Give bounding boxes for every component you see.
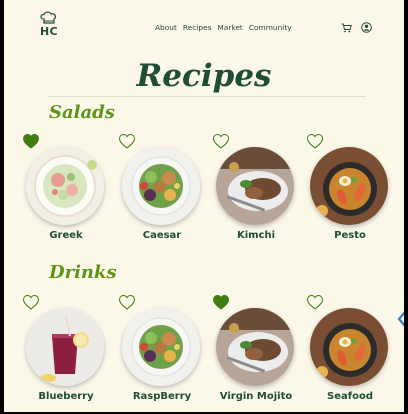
section-title-drinks: Drinks — [49, 262, 117, 283]
recipe-card-virgin-mojito[interactable]: Virgin Mojito — [213, 295, 296, 412]
recipe-card-raspberry[interactable]: RaspBerry — [119, 295, 202, 412]
recipe-name: Virgin Mojito — [219, 391, 293, 402]
recipe-name: Blueberry — [38, 391, 94, 402]
logo-text: HC — [40, 25, 58, 38]
heart-outline-icon[interactable] — [307, 295, 323, 310]
heart-outline-icon[interactable] — [23, 295, 39, 310]
logo[interactable]: HC — [38, 11, 60, 39]
app-frame: HC About Recipes Market Community Recipe… — [4, 0, 404, 412]
nav-community[interactable]: Community — [249, 23, 292, 32]
recipe-image-seafood — [310, 308, 388, 386]
heart-outline-icon[interactable] — [119, 134, 135, 149]
recipe-name: RaspBerry — [132, 391, 192, 402]
recipe-card-caesar[interactable]: Caesar — [119, 134, 202, 251]
recipe-image-greek — [26, 147, 104, 225]
recipe-card-kimchi[interactable]: Kimchi — [213, 134, 296, 251]
chef-hat-icon — [40, 11, 57, 24]
cart-icon[interactable] — [341, 23, 352, 33]
page-title: Recipes — [136, 58, 272, 94]
recipe-image-kimchi — [216, 147, 294, 225]
recipe-image-caesar — [122, 147, 200, 225]
recipe-name: Kimchi — [236, 230, 276, 241]
heart-filled-icon[interactable] — [23, 134, 39, 149]
heart-outline-icon[interactable] — [119, 295, 135, 310]
chevron-left-icon[interactable] — [397, 310, 404, 328]
recipe-card-blueberry[interactable]: Blueberry — [23, 295, 106, 412]
main-nav: About Recipes Market Community — [155, 23, 292, 32]
user-circle-icon[interactable] — [361, 22, 372, 33]
title-divider — [48, 96, 366, 97]
recipe-card-pesto[interactable]: Pesto — [307, 134, 390, 251]
recipe-name: Greek — [49, 230, 83, 241]
recipe-name: Seafood — [327, 391, 373, 402]
recipe-card-seafood[interactable]: Seafood — [307, 295, 390, 412]
recipe-image-pesto — [310, 147, 388, 225]
heart-outline-icon[interactable] — [307, 134, 323, 149]
recipe-image-raspberry — [122, 308, 200, 386]
heart-filled-icon[interactable] — [213, 295, 229, 310]
recipe-name: Caesar — [142, 230, 182, 241]
recipe-card-greek[interactable]: Greek — [23, 134, 106, 251]
recipe-image-virgin-mojito — [216, 308, 294, 386]
nav-about[interactable]: About — [155, 23, 177, 32]
recipe-name: Pesto — [334, 230, 366, 241]
nav-market[interactable]: Market — [217, 23, 242, 32]
nav-recipes[interactable]: Recipes — [183, 23, 212, 32]
recipe-image-blueberry — [26, 308, 104, 386]
section-title-salads: Salads — [49, 102, 115, 123]
heart-outline-icon[interactable] — [213, 134, 229, 149]
